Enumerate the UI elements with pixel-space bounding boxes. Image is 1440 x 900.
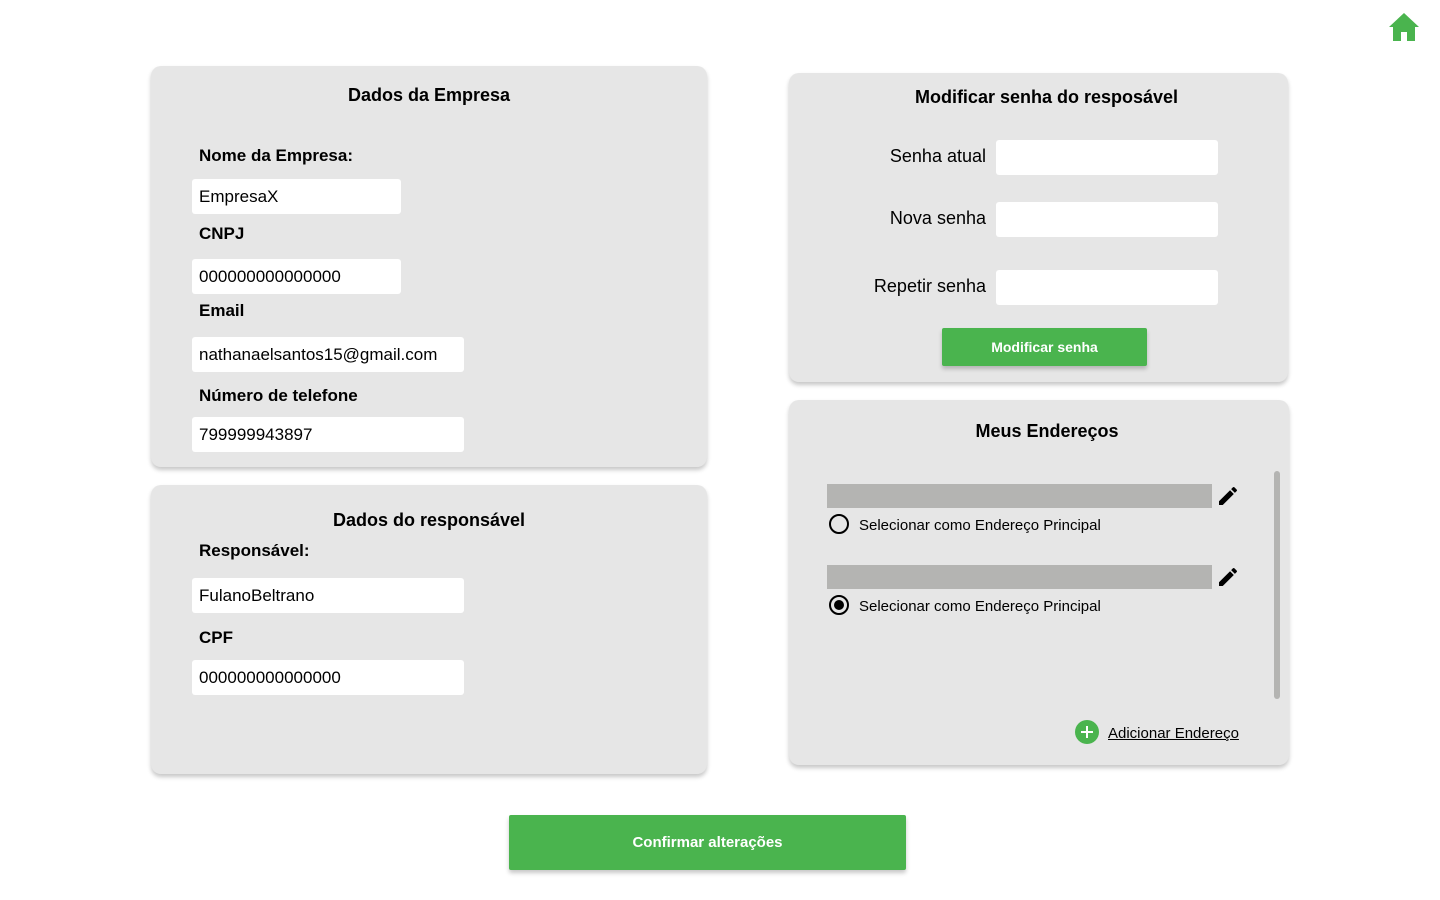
change-password-button[interactable]: Modificar senha: [942, 328, 1147, 366]
cnpj-input[interactable]: [192, 259, 401, 294]
add-icon[interactable]: [1075, 720, 1099, 744]
addresses-card-title: Meus Endereços: [975, 421, 1119, 441]
password-card-title: Modificar senha do resposável: [914, 87, 1179, 107]
current-password-input[interactable]: [996, 140, 1218, 175]
add-address-link[interactable]: Adicionar Endereço: [1108, 725, 1239, 742]
home-icon[interactable]: [1388, 12, 1420, 42]
email-label: Email: [199, 301, 245, 320]
address-bar: [827, 565, 1212, 589]
current-password-label: Senha atual: [889, 146, 986, 166]
edit-icon[interactable]: [1216, 565, 1240, 589]
phone-label: Número de telefone: [199, 386, 358, 405]
repeat-password-label: Repetir senha: [873, 276, 986, 296]
company-data-card: Dados da Empresa Nome da Empresa: CNPJ E…: [151, 66, 707, 467]
responsible-data-title: Dados do responsável: [332, 510, 526, 530]
main-address-radio-label: Selecionar como Endereço Principal: [859, 598, 1101, 615]
edit-icon[interactable]: [1216, 484, 1240, 508]
company-name-label: Nome da Empresa:: [199, 146, 353, 165]
confirm-changes-button[interactable]: Confirmar alterações: [509, 815, 906, 870]
responsible-data-card: Dados do responsável Responsável: CPF: [151, 485, 707, 774]
new-password-label: Nova senha: [889, 208, 986, 228]
main-address-radio[interactable]: [829, 595, 849, 615]
new-password-input[interactable]: [996, 202, 1218, 237]
main-address-radio-label: Selecionar como Endereço Principal: [859, 517, 1101, 534]
phone-input[interactable]: [192, 417, 464, 452]
company-data-title: Dados da Empresa: [347, 85, 511, 105]
main-address-radio[interactable]: [829, 514, 849, 534]
repeat-password-input[interactable]: [996, 270, 1218, 305]
addresses-scrollbar[interactable]: [1274, 471, 1280, 699]
responsible-input[interactable]: [192, 578, 464, 613]
email-input[interactable]: [192, 337, 464, 372]
cpf-input[interactable]: [192, 660, 464, 695]
addresses-card: Meus Endereços Selecionar como Endereço …: [789, 400, 1289, 765]
profile-page: Dados da Empresa Nome da Empresa: CNPJ E…: [0, 0, 1440, 900]
company-name-input[interactable]: [192, 179, 401, 214]
cpf-label: CPF: [199, 628, 233, 647]
password-card: Modificar senha do resposável Senha atua…: [789, 73, 1288, 382]
responsible-label: Responsável:: [199, 541, 310, 560]
address-bar: [827, 484, 1212, 508]
cnpj-label: CNPJ: [199, 224, 245, 243]
